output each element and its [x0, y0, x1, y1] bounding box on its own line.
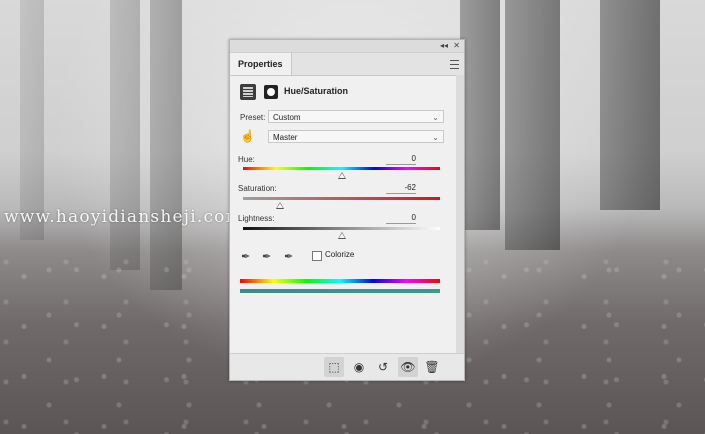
hue-saturation-adjustment-icon[interactable]	[240, 84, 256, 100]
hue-slider-thumb[interactable]	[337, 172, 346, 179]
clip-to-layer-icon[interactable]: ⬚	[324, 357, 344, 377]
saturation-slider-thumb[interactable]	[276, 202, 285, 209]
properties-panel: ◂◂ ✕ Properties Hue/Saturation Preset: C…	[229, 39, 465, 381]
watermark-text: www.haoyidiansheji.com	[4, 207, 243, 227]
panel-tab-row: Properties	[230, 53, 464, 76]
colorize-label: Colorize	[325, 250, 355, 259]
view-previous-state-icon[interactable]: ◉	[349, 357, 369, 377]
adjustment-title: Hue/Saturation	[284, 86, 349, 96]
adjustment-header: Hue/Saturation	[240, 84, 450, 100]
layer-mask-icon[interactable]	[264, 85, 278, 99]
channel-select[interactable]: Master ⌄	[268, 130, 444, 143]
preset-value: Custom	[273, 113, 301, 122]
eyedropper-icon[interactable]: ✒	[241, 250, 255, 264]
lightness-slider-track[interactable]	[243, 227, 440, 230]
panel-footer: ⬚ ◉ ↺ 👁 🗑	[230, 353, 464, 380]
hue-value-field[interactable]: 0	[386, 154, 416, 165]
hue-slider-track[interactable]	[243, 167, 440, 170]
chevron-down-icon: ⌄	[432, 113, 439, 122]
eyedropper-plus-icon[interactable]: ✒	[262, 250, 276, 264]
channel-value: Master	[273, 133, 298, 142]
targeted-adjustment-hand-icon[interactable]: ☝	[240, 129, 255, 143]
lightness-label: Lightness:	[238, 214, 275, 223]
preset-select[interactable]: Custom ⌄	[268, 110, 444, 123]
visibility-eye-icon[interactable]: 👁	[398, 357, 418, 377]
preset-label: Preset:	[240, 113, 266, 122]
close-icon[interactable]: ✕	[453, 40, 460, 52]
input-color-bar	[240, 279, 440, 283]
lightness-value-field[interactable]: 0	[386, 213, 416, 224]
trash-icon[interactable]: 🗑	[422, 357, 442, 377]
chevron-down-icon: ⌄	[432, 133, 439, 142]
saturation-value-field[interactable]: -62	[386, 183, 416, 194]
panel-menu-icon[interactable]	[450, 60, 459, 69]
reset-icon[interactable]: ↺	[373, 357, 393, 377]
lightness-slider-thumb[interactable]	[337, 232, 346, 239]
tab-properties[interactable]: Properties	[230, 53, 292, 75]
collapse-icon[interactable]: ◂◂	[440, 40, 448, 52]
saturation-label: Saturation:	[238, 184, 277, 193]
hue-label: Hue:	[238, 155, 255, 164]
scrollbar[interactable]	[456, 75, 464, 353]
colorize-checkbox[interactable]	[312, 251, 322, 261]
saturation-slider-track[interactable]	[243, 197, 440, 200]
panel-titlebar: ◂◂ ✕	[230, 40, 464, 53]
eyedropper-minus-icon[interactable]: ✒	[284, 250, 298, 264]
output-color-bar	[240, 289, 440, 293]
